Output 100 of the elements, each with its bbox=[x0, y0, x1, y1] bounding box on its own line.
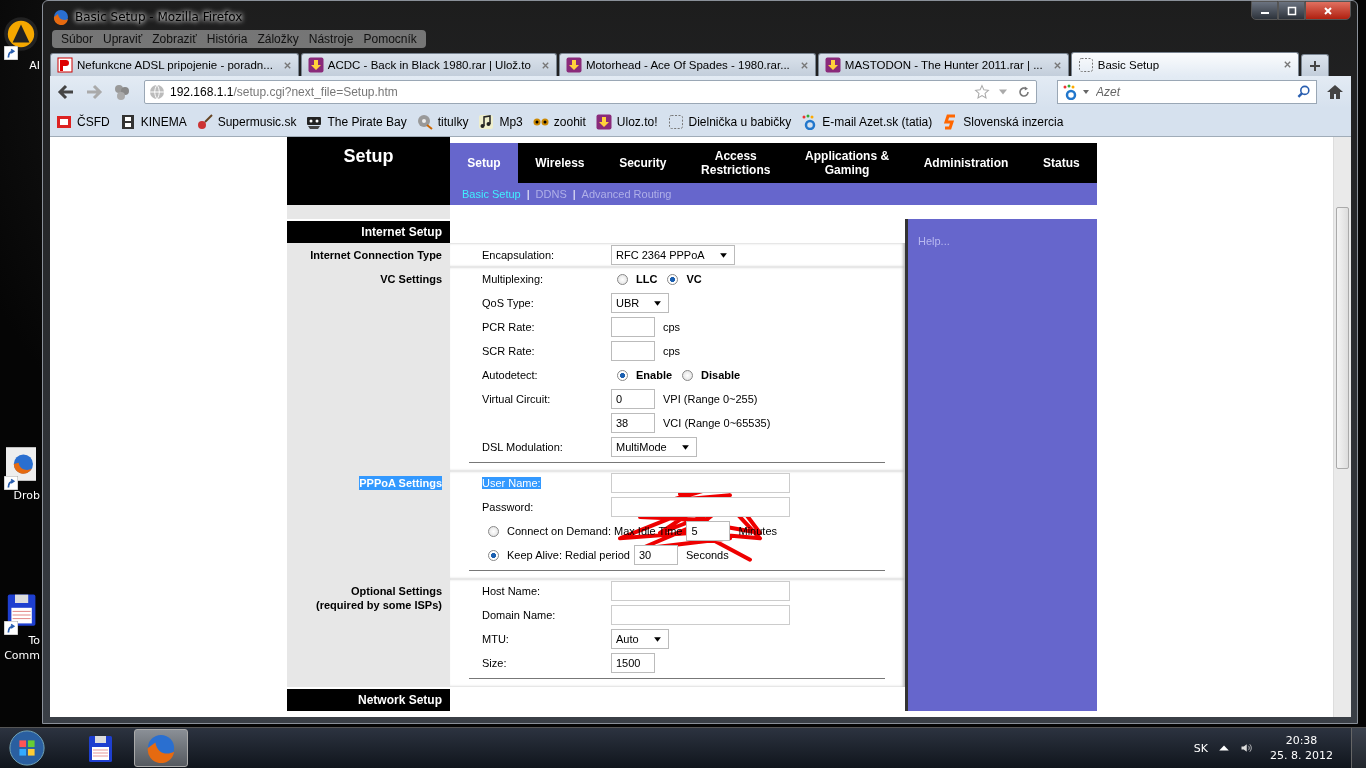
dropdown[interactable]: Auto bbox=[611, 629, 669, 649]
radio-button[interactable] bbox=[667, 273, 679, 285]
radio-button[interactable] bbox=[617, 369, 628, 381]
nav-tab[interactable]: Administration bbox=[906, 143, 1026, 183]
search-icon[interactable] bbox=[1296, 84, 1312, 100]
bookmark-item[interactable]: titulky bbox=[416, 114, 469, 130]
reload-icon[interactable] bbox=[1016, 84, 1032, 100]
dropdown-arrow-icon[interactable] bbox=[652, 634, 662, 644]
radio-button[interactable] bbox=[682, 369, 694, 381]
input-field[interactable] bbox=[611, 497, 790, 517]
close-button[interactable] bbox=[1305, 1, 1351, 20]
field-label: DSL Modulation: bbox=[482, 441, 563, 453]
bookmark-item[interactable]: KINEMA bbox=[119, 114, 187, 130]
subnav-link[interactable]: Basic Setup bbox=[462, 188, 521, 200]
bookmark-item[interactable]: Slovenská inzercia bbox=[942, 114, 1064, 130]
field-label: Keep Alive: Redial period bbox=[507, 549, 630, 561]
field-label: Virtual Circuit: bbox=[482, 393, 551, 405]
browser-tab[interactable]: Basic Setup bbox=[1070, 52, 1300, 76]
clock[interactable]: 20:38 25. 8. 2012 bbox=[1262, 733, 1341, 763]
input-field[interactable]: 5 bbox=[686, 521, 731, 541]
dropdown[interactable]: RFC 2364 PPPoA bbox=[611, 245, 735, 265]
browser-tab[interactable]: Nefunkcne ADSL pripojenie - poradn... bbox=[50, 53, 299, 76]
nav-tab[interactable]: Status bbox=[1025, 143, 1097, 183]
input-field[interactable]: 30 bbox=[633, 545, 678, 565]
menu-item[interactable]: Upraviť bbox=[98, 32, 148, 46]
unit-label: cps bbox=[663, 345, 681, 357]
input-field[interactable]: 1500 bbox=[611, 653, 655, 673]
browser-tab[interactable]: ACDC - Back in Black 1980.rar | Ulož.to bbox=[300, 53, 557, 76]
nav-tab[interactable]: Security bbox=[601, 143, 684, 183]
input-field[interactable]: 38 bbox=[611, 413, 655, 433]
bookmark-item[interactable]: ČSFD bbox=[56, 114, 110, 130]
minimize-button[interactable] bbox=[1251, 1, 1278, 20]
letter-a-icon[interactable] bbox=[1062, 84, 1078, 100]
browser-tab[interactable]: MASTODON - The Hunter 2011.rar | ... bbox=[817, 53, 1069, 76]
globe-icon bbox=[149, 84, 165, 100]
input-field[interactable] bbox=[611, 581, 790, 601]
bookmark-item[interactable]: Uloz.to! bbox=[595, 114, 658, 130]
nav-tab[interactable]: Setup bbox=[450, 143, 518, 183]
radio-button[interactable] bbox=[617, 273, 628, 285]
star-icon[interactable] bbox=[974, 84, 990, 100]
close-icon[interactable] bbox=[1052, 60, 1062, 70]
input-field[interactable] bbox=[611, 473, 790, 493]
bookmark-item[interactable]: Dielnička u babičky bbox=[667, 114, 792, 130]
menu-item[interactable]: Nástroje bbox=[303, 32, 359, 46]
radio-button[interactable] bbox=[488, 549, 499, 561]
maximize-icon[interactable] bbox=[1286, 5, 1297, 16]
start-button[interactable] bbox=[8, 729, 46, 767]
option-label: Disable bbox=[701, 369, 741, 381]
input-field[interactable] bbox=[611, 341, 655, 361]
input-field[interactable] bbox=[611, 605, 790, 625]
option-label: LLC bbox=[636, 273, 658, 285]
close-icon[interactable] bbox=[540, 60, 550, 70]
desktop-icon-label[interactable]: To bbox=[28, 633, 40, 648]
dropdown[interactable]: MultiMode bbox=[611, 437, 697, 457]
address-bar[interactable]: 192.168.1.1/setup.cgi?next_file=Setup.htm bbox=[144, 80, 1037, 104]
section-label: Internet Connection Type bbox=[310, 248, 442, 262]
desktop-icon-label[interactable]: Drob bbox=[13, 488, 40, 503]
bookmark-item[interactable]: Mp3 bbox=[478, 114, 523, 130]
dropdown-arrow-icon[interactable] bbox=[653, 298, 663, 308]
close-icon[interactable] bbox=[282, 60, 292, 70]
search-bar[interactable]: Azet bbox=[1057, 80, 1317, 104]
close-icon[interactable] bbox=[1283, 60, 1293, 69]
bookmark-item[interactable]: zoohit bbox=[532, 114, 586, 130]
close-icon[interactable] bbox=[799, 60, 809, 70]
menu-item[interactable]: Súbor bbox=[56, 32, 99, 46]
menu-item[interactable]: Záložky bbox=[252, 32, 304, 46]
caret-icon[interactable] bbox=[1082, 88, 1090, 96]
field-label: Domain Name: bbox=[482, 609, 556, 621]
home-icon[interactable] bbox=[1325, 82, 1345, 102]
bookmark-item[interactable]: The Pirate Bay bbox=[306, 114, 407, 130]
browser-tab[interactable]: Motorhead - Ace Of Spades - 1980.rar... bbox=[558, 53, 816, 76]
input-field[interactable]: 0 bbox=[611, 389, 655, 409]
field-label: User Name: bbox=[482, 477, 541, 489]
radio-button[interactable] bbox=[488, 525, 499, 537]
input-field[interactable] bbox=[611, 317, 655, 337]
menu-item[interactable]: Pomocník bbox=[358, 32, 422, 46]
dropdown-arrow-icon[interactable] bbox=[718, 250, 728, 260]
desktop-icon-label[interactable]: Comm bbox=[4, 648, 40, 663]
nav-tab[interactable]: Wireless bbox=[517, 143, 602, 183]
menu-item[interactable]: História bbox=[201, 32, 253, 46]
circles-icon[interactable] bbox=[112, 82, 132, 102]
nav-tab[interactable]: Access Restrictions bbox=[683, 143, 788, 183]
nav-tab[interactable]: Applications & Gaming bbox=[787, 143, 907, 183]
bookmark-item[interactable]: E-mail Azet.sk (tatia) bbox=[801, 114, 933, 130]
desktop-icon-label[interactable]: AI bbox=[29, 58, 40, 73]
speaker-icon[interactable] bbox=[1240, 742, 1252, 754]
language-indicator[interactable]: SK bbox=[1193, 741, 1208, 755]
bookmark-item[interactable]: Supermusic.sk bbox=[196, 114, 297, 130]
download-icon bbox=[307, 57, 324, 73]
menu-item[interactable]: Zobraziť bbox=[147, 32, 202, 46]
plus-icon[interactable] bbox=[1309, 59, 1322, 72]
maximize-button[interactable] bbox=[1278, 1, 1305, 20]
dropdown-arrow-icon[interactable] bbox=[680, 442, 690, 452]
film-reel-icon bbox=[416, 114, 433, 130]
scrollbar[interactable] bbox=[1333, 137, 1351, 717]
show-desktop-button[interactable] bbox=[1351, 728, 1366, 768]
shortcut-arrow-icon bbox=[4, 476, 18, 490]
back-arrow-icon[interactable] bbox=[56, 82, 76, 102]
new-tab-button[interactable] bbox=[1301, 54, 1330, 76]
dropdown[interactable]: UBR bbox=[611, 293, 670, 313]
